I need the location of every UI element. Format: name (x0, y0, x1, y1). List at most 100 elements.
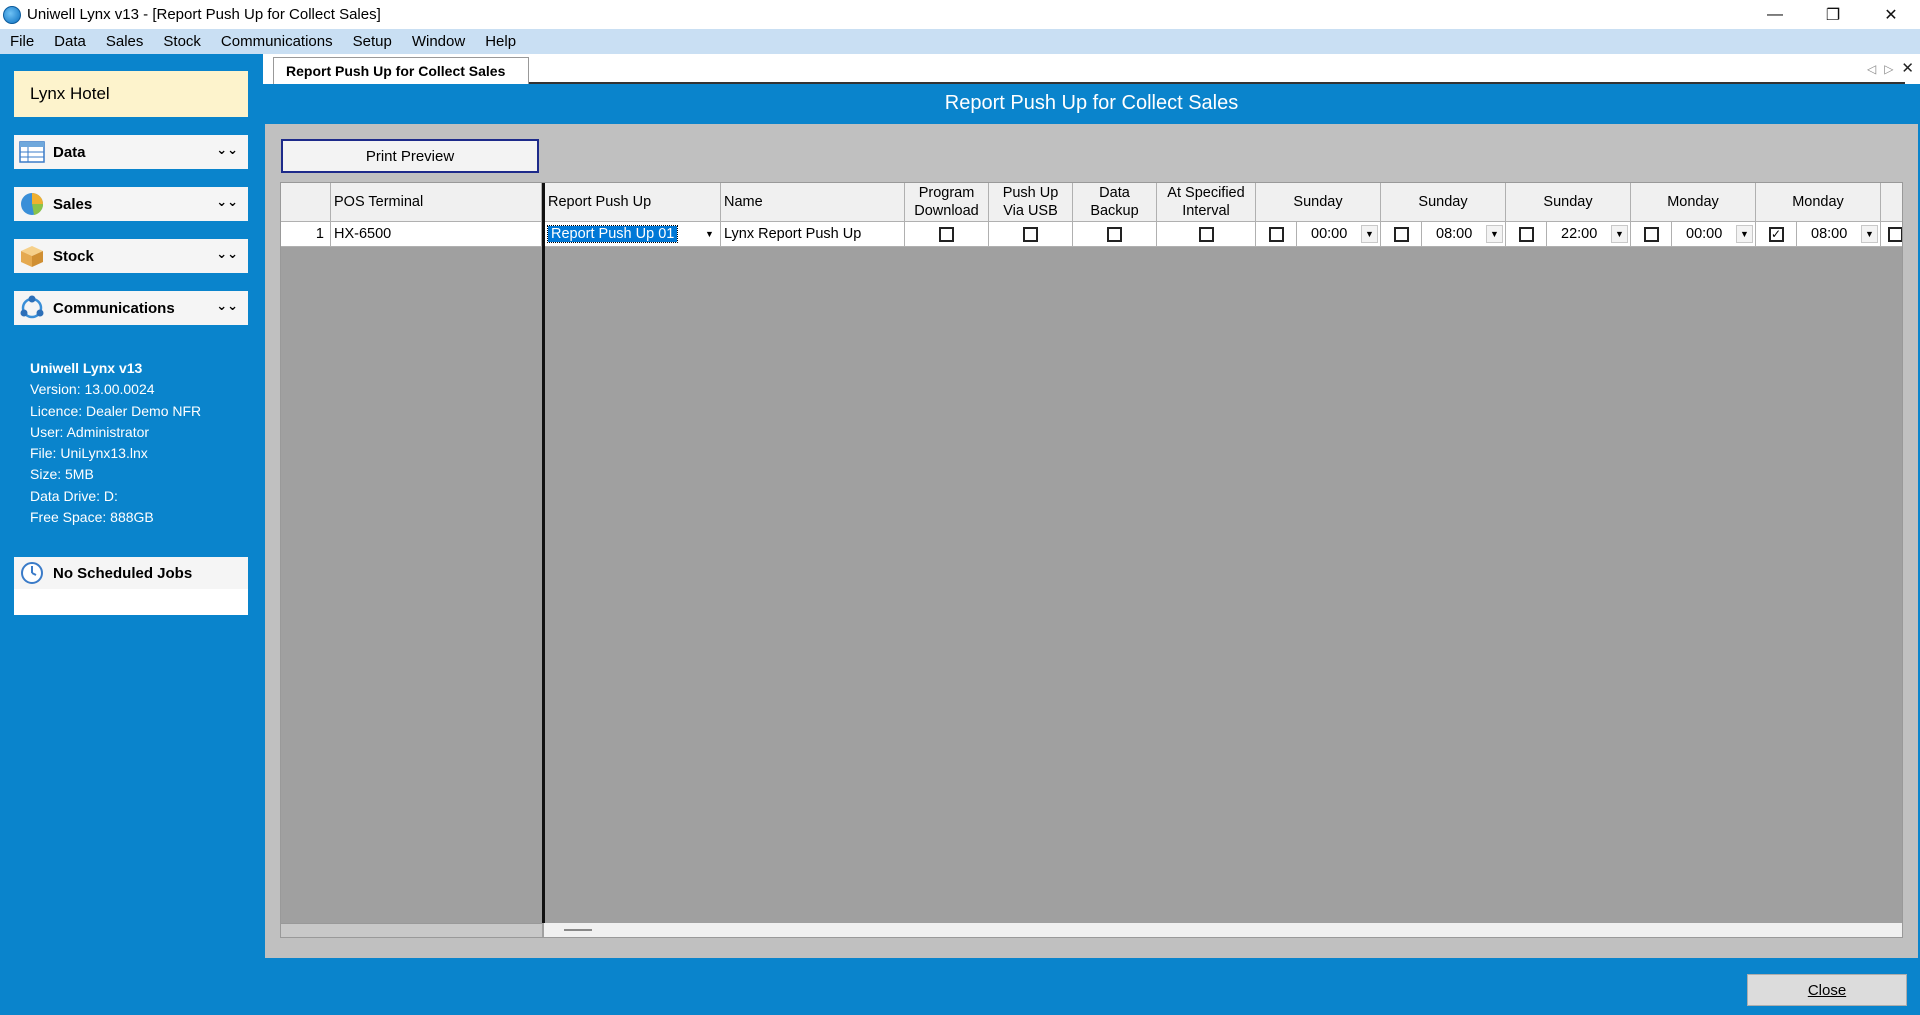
menu-file[interactable]: File (0, 29, 44, 54)
program-download-cell[interactable] (905, 222, 989, 247)
interval-checkbox[interactable] (1198, 226, 1214, 242)
scroll-left-icon[interactable]: ◁ (1867, 62, 1876, 77)
data-backup-checkbox[interactable] (1107, 226, 1122, 242)
hotel-name: Lynx Hotel (14, 71, 248, 117)
schedule-time-value[interactable]: 00:00 (1311, 226, 1347, 242)
report-push-up-value[interactable]: Report Push Up 01 (546, 225, 679, 243)
column-header-data-backup[interactable]: Data Backup (1073, 183, 1157, 222)
dropdown-arrow-icon[interactable]: ▼ (1486, 224, 1503, 243)
sidebar-divider (14, 273, 248, 293)
schedule-checkbox-checked[interactable]: ✓ (1768, 226, 1784, 242)
column-header-at-specified-interval[interactable]: At Specified Interval (1157, 183, 1256, 222)
menu-communications[interactable]: Communications (211, 29, 343, 54)
column-header-day[interactable]: Sunday (1381, 183, 1506, 222)
schedule-time-cell[interactable]: 08:00 ▼ (1422, 222, 1506, 247)
schedule-time-value[interactable]: 08:00 (1436, 226, 1472, 242)
data-backup-cell[interactable] (1073, 222, 1157, 247)
menu-window[interactable]: Window (402, 29, 475, 54)
system-info: Uniwell Lynx v13 Version: 13.00.0024 Lic… (14, 344, 248, 529)
schedule-checkbox[interactable] (1268, 226, 1284, 242)
schedule-check-cell[interactable] (1256, 222, 1297, 247)
scrollbar-thumb[interactable] (564, 929, 592, 931)
sidebar-item-communications[interactable]: Communications ⌄⌄ (14, 291, 248, 325)
dropdown-arrow-icon[interactable]: ▼ (701, 224, 718, 243)
menu-setup[interactable]: Setup (343, 29, 402, 54)
menu-bar: File Data Sales Stock Communications Set… (0, 29, 1920, 54)
chevron-double-down-icon[interactable]: ⌄⌄ (216, 246, 238, 262)
horizontal-scrollbar[interactable] (544, 923, 1902, 937)
schedule-check-cell[interactable]: ✓ (1756, 222, 1797, 247)
schedule-checkbox[interactable] (1888, 226, 1902, 242)
dropdown-arrow-icon[interactable]: ▼ (1611, 224, 1628, 243)
table-row[interactable]: 1 HX-6500 Report Push Up 01 ▼ Lynx Repor… (281, 222, 1902, 247)
minimize-button[interactable]: — (1746, 0, 1804, 29)
interval-cell[interactable] (1157, 222, 1256, 247)
menu-sales[interactable]: Sales (96, 29, 154, 54)
schedule-check-cell[interactable] (1881, 222, 1902, 247)
scroll-right-icon[interactable]: ▷ (1884, 62, 1893, 77)
name-cell[interactable]: Lynx Report Push Up (721, 222, 905, 247)
schedule-time-value[interactable]: 00:00 (1686, 226, 1722, 242)
header-line: Download (914, 203, 979, 219)
column-header-push-up-usb[interactable]: Push Up Via USB (989, 183, 1073, 222)
schedule-time-cell[interactable]: 00:00 ▼ (1297, 222, 1381, 247)
page-title: Report Push Up for Collect Sales (944, 92, 1239, 114)
column-header-day[interactable]: Monday (1756, 183, 1881, 222)
column-header-pos-terminal[interactable]: POS Terminal (331, 183, 542, 222)
schedule-check-cell[interactable] (1381, 222, 1422, 247)
schedule-checkbox[interactable] (1518, 226, 1534, 242)
report-push-up-cell[interactable]: Report Push Up 01 ▼ (545, 222, 721, 247)
dropdown-arrow-icon[interactable]: ▼ (1736, 224, 1753, 243)
window-title: Uniwell Lynx v13 - [Report Push Up for C… (27, 6, 381, 23)
schedule-check-cell[interactable] (1506, 222, 1547, 247)
header-line: Backup (1090, 203, 1139, 219)
schedule-check-cell[interactable] (1631, 222, 1672, 247)
menu-stock[interactable]: Stock (153, 29, 211, 54)
push-up-usb-cell[interactable] (989, 222, 1073, 247)
schedule-checkbox[interactable] (1393, 226, 1409, 242)
push-up-usb-checkbox[interactable] (1023, 226, 1038, 242)
column-header-day[interactable]: Sunday (1256, 183, 1381, 222)
scheduled-jobs[interactable]: No Scheduled Jobs (14, 557, 248, 589)
tab-report-push-up[interactable]: Report Push Up for Collect Sales (273, 57, 529, 84)
user-text: User: Administrator (30, 423, 150, 440)
program-download-checkbox[interactable] (939, 226, 954, 242)
menu-help[interactable]: Help (475, 29, 526, 54)
sidebar-divider (14, 527, 248, 557)
column-header-day[interactable]: Monday (1631, 183, 1756, 222)
column-header-report-push-up[interactable]: Report Push Up (545, 183, 721, 222)
schedule-time-cell[interactable]: 22:00 ▼ (1547, 222, 1631, 247)
report-push-up-grid: POS Terminal Report Push Up Name Program… (280, 182, 1903, 938)
data-drive-text: Data Drive: D: (30, 487, 118, 504)
schedule-checkbox[interactable] (1643, 226, 1659, 242)
sidebar-item-sales[interactable]: Sales ⌄⌄ (14, 187, 248, 221)
schedule-time-cell[interactable]: 00:00 ▼ (1672, 222, 1756, 247)
close-window-button[interactable]: ✕ (1862, 0, 1920, 29)
sidebar-divider (14, 325, 248, 345)
report-push-up-combo[interactable]: Report Push Up 01 ▼ (545, 222, 720, 247)
sidebar-item-data[interactable]: Data ⌄⌄ (14, 135, 248, 169)
window-controls: — ❐ ✕ (1746, 0, 1920, 29)
chevron-double-down-icon[interactable]: ⌄⌄ (216, 194, 238, 210)
sidebar: Lynx Hotel Data ⌄⌄ Sales ⌄⌄ Stock ⌄⌄ Com… (14, 71, 248, 615)
column-header-day[interactable]: Sunday (1506, 183, 1631, 222)
menu-data[interactable]: Data (44, 29, 96, 54)
chevron-double-down-icon[interactable]: ⌄⌄ (216, 142, 238, 158)
dropdown-arrow-icon[interactable]: ▼ (1861, 224, 1878, 243)
schedule-time-value[interactable]: 22:00 (1561, 226, 1597, 242)
schedule-time-value[interactable]: 08:00 (1811, 226, 1847, 242)
sidebar-item-stock[interactable]: Stock ⌄⌄ (14, 239, 248, 273)
schedule-time-cell[interactable]: 08:00 ▼ (1797, 222, 1881, 247)
close-tab-icon[interactable]: ✕ (1901, 59, 1914, 77)
print-preview-button[interactable]: Print Preview (281, 139, 539, 173)
dropdown-arrow-icon[interactable]: ▼ (1361, 224, 1378, 243)
frozen-scroll-area (281, 923, 542, 937)
chevron-double-down-icon[interactable]: ⌄⌄ (216, 298, 238, 314)
close-button[interactable]: Close (1747, 974, 1907, 1006)
close-button-label: Close (1807, 981, 1847, 999)
column-header-program-download[interactable]: Program Download (905, 183, 989, 222)
restore-button[interactable]: ❐ (1804, 0, 1862, 29)
column-header-name[interactable]: Name (721, 183, 905, 222)
pos-terminal-cell[interactable]: HX-6500 (331, 222, 542, 247)
sidebar-item-label: Stock (53, 247, 94, 265)
